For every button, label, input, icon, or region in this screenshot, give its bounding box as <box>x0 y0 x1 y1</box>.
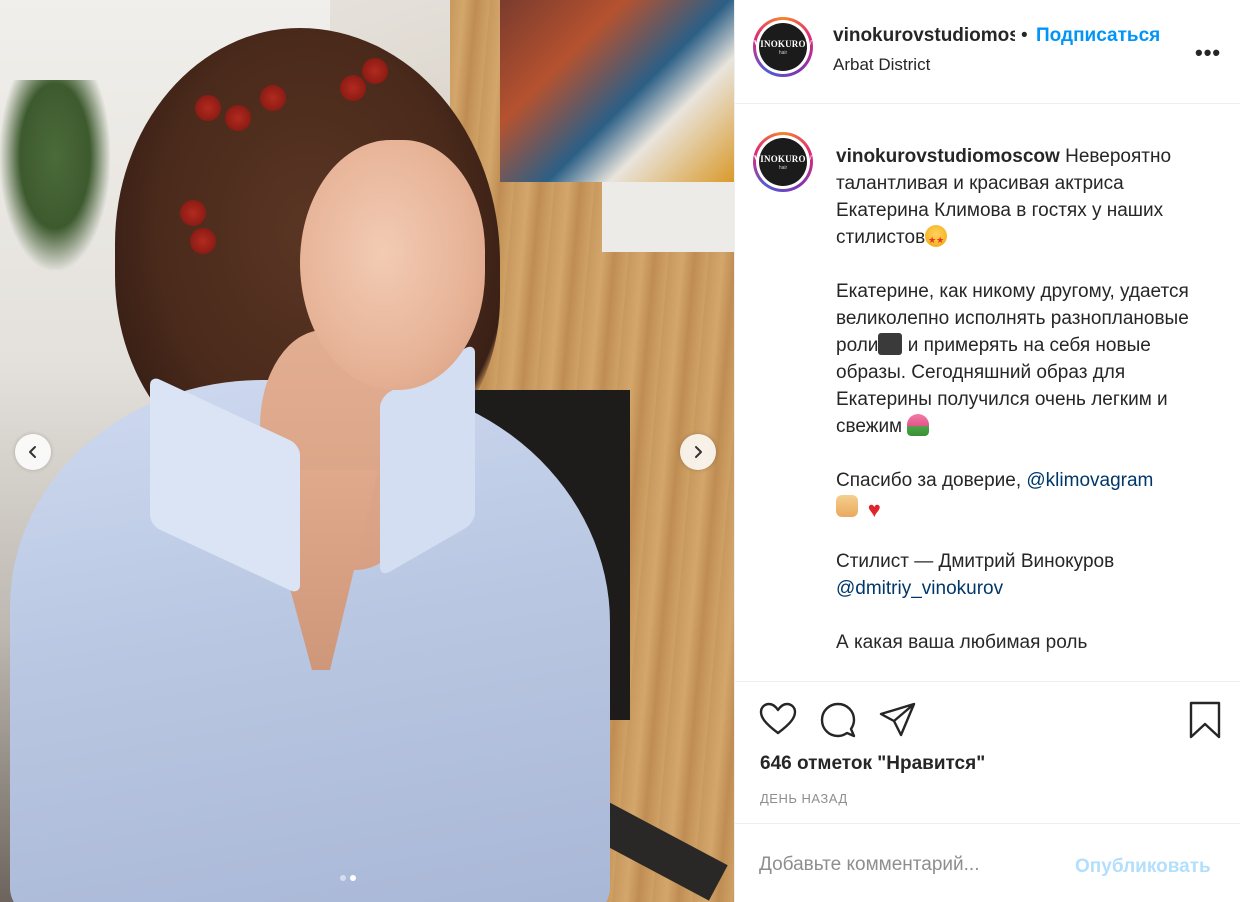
author-username[interactable]: vinokurovstudiomoscow <box>833 25 1015 47</box>
comment-icon <box>820 702 856 738</box>
chevron-right-icon <box>695 446 702 458</box>
chevron-left-icon <box>29 446 36 458</box>
hair-berries <box>340 75 366 101</box>
publish-button[interactable]: Опубликовать <box>1075 856 1211 878</box>
avatar-logo: VINOKUROV hair <box>754 23 812 71</box>
caption-text: vinokurovstudiomoscow Невероятно талантл… <box>836 143 1216 681</box>
carousel-next-button[interactable] <box>680 434 716 470</box>
tulip-emoji-icon <box>907 414 930 436</box>
avatar-logo: VINOKUROV hair <box>754 138 812 186</box>
likes-count[interactable]: 646 отметок "Нравится" <box>760 753 985 775</box>
post-caption: VINOKUROV hair vinokurovstudiomoscow Нев… <box>735 105 1240 681</box>
avatar-logo-text: VINOKUROV <box>753 153 813 164</box>
background-painting <box>500 0 734 182</box>
post-photo[interactable] <box>0 0 734 902</box>
avatar-logo-subtext: hair <box>778 49 788 56</box>
comment-input[interactable] <box>759 854 1079 876</box>
red-heart-emoji-icon: ♥ <box>867 497 881 522</box>
like-button[interactable] <box>758 700 798 740</box>
carousel-dot <box>340 875 346 881</box>
post-location[interactable]: Arbat District <box>833 55 930 75</box>
hair-berries <box>260 85 286 111</box>
carousel-dot-active <box>350 875 356 881</box>
carousel-dots <box>340 875 356 881</box>
send-icon <box>879 702 916 737</box>
hair-berries <box>180 200 206 226</box>
post-side-panel: VINOKUROV hair vinokurovstudiomoscow • П… <box>734 0 1240 902</box>
author-avatar[interactable]: VINOKUROV hair <box>753 17 813 77</box>
avatar-logo-text: VINOKUROV <box>753 38 813 49</box>
mention-link[interactable]: @klimovagram <box>1026 470 1153 491</box>
bookmark-icon <box>1189 701 1221 739</box>
folded-hands-emoji-icon <box>836 495 858 517</box>
mention-link[interactable]: @dmitriy_vinokurov <box>836 578 1003 599</box>
background-frame <box>602 182 734 252</box>
background-plant <box>0 80 110 270</box>
carousel-prev-button[interactable] <box>15 434 51 470</box>
hair-berries <box>190 228 216 254</box>
hair-berries <box>362 58 388 84</box>
hair-berries <box>195 95 221 121</box>
comment-button[interactable] <box>818 700 858 740</box>
follow-button[interactable]: Подписаться <box>1036 25 1160 47</box>
movie-camera-emoji-icon <box>878 333 903 355</box>
comment-form: Опубликовать <box>735 823 1240 902</box>
post-header: VINOKUROV hair vinokurovstudiomoscow • П… <box>735 0 1240 104</box>
caption-username[interactable]: vinokurovstudiomoscow <box>836 146 1060 167</box>
person-face <box>300 140 485 390</box>
hair-berries <box>225 105 251 131</box>
post-actions: 646 отметок "Нравится" День назад <box>735 681 1240 822</box>
caption-fade <box>735 645 1240 681</box>
avatar-logo-subtext: hair <box>778 164 788 171</box>
star-struck-emoji-icon <box>925 225 948 254</box>
post-date[interactable]: День назад <box>760 791 848 806</box>
share-button[interactable] <box>878 700 918 740</box>
more-options-button[interactable]: ••• <box>1195 40 1221 66</box>
save-button[interactable] <box>1185 700 1225 740</box>
heart-icon <box>759 702 797 735</box>
separator-dot: • <box>1021 25 1028 46</box>
caption-paragraph-3: Спасибо за доверие, <box>836 470 1027 491</box>
caption-paragraph-4: Стилист — Дмитрий Винокуров <box>836 551 1115 572</box>
caption-avatar[interactable]: VINOKUROV hair <box>753 132 813 192</box>
